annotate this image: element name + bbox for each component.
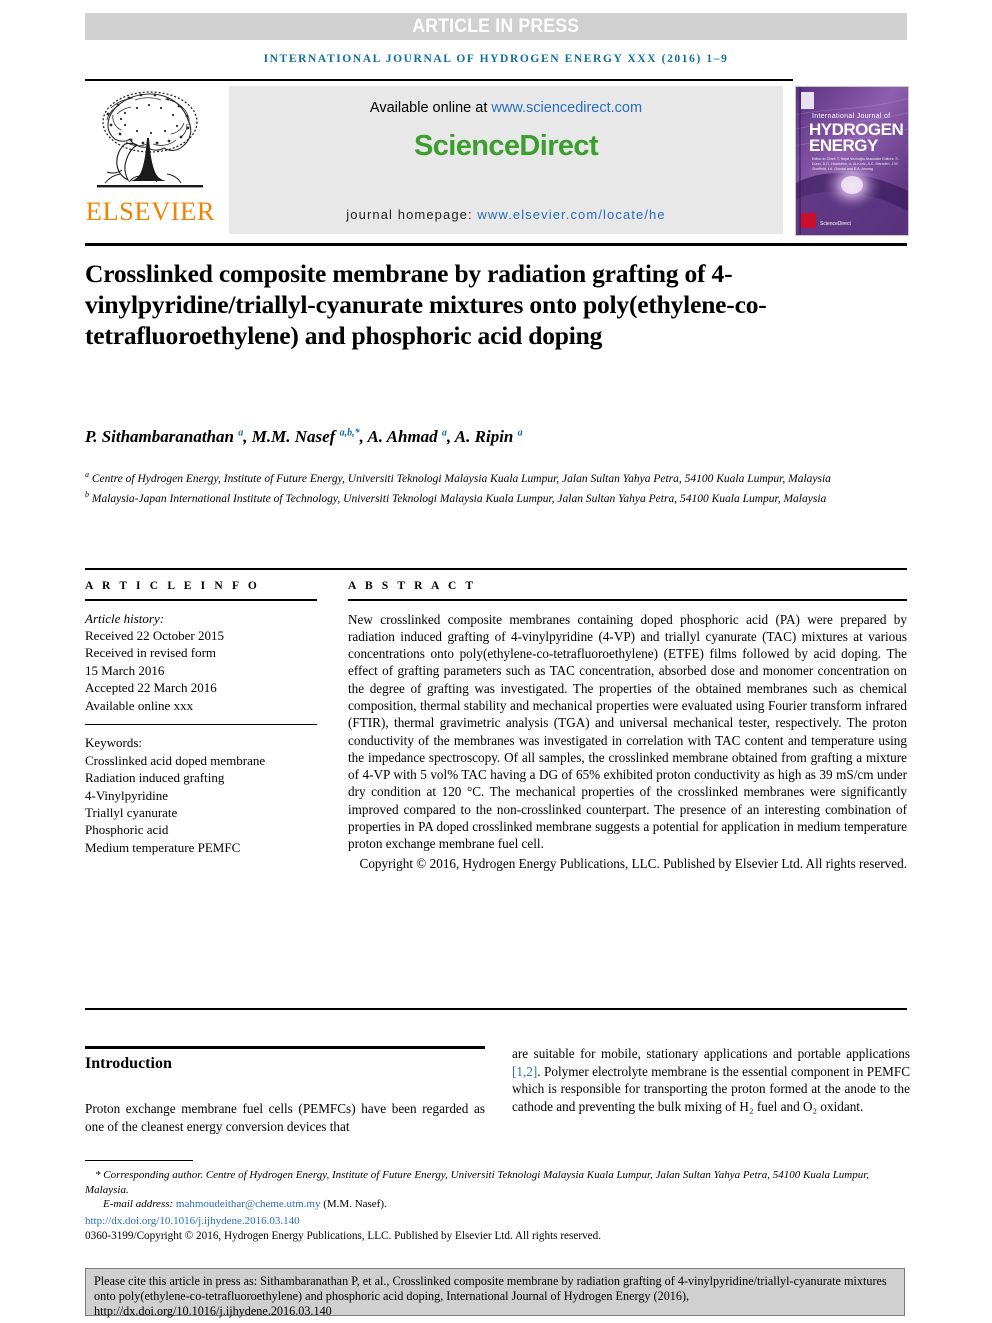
email-line: E-mail address: mahmoudeithar@cheme.utm.…: [85, 1197, 907, 1212]
sciencedirect-banner: Available online at www.sciencedirect.co…: [229, 86, 783, 234]
keyword-item: Radiation induced grafting: [85, 770, 225, 786]
available-online-prefix: Available online at: [369, 100, 492, 116]
article-in-press-label: ARTICLE IN PRESS: [412, 15, 580, 37]
page-title: Crosslinked composite membrane by radiat…: [85, 259, 767, 350]
article-history-label: Article history:: [85, 610, 165, 626]
article-revised-date: 15 March 2016: [85, 662, 165, 678]
keyword-item: Triallyl cyanurate: [85, 805, 178, 821]
info-abstract-top-rule: [85, 568, 907, 570]
keyword-item: 4-Vinylpyridine: [85, 787, 168, 803]
introduction-right-column: are suitable for mobile, stationary appl…: [512, 1045, 910, 1115]
keyword-item: Phosphoric acid: [85, 822, 169, 838]
cover-subtitle: International Journal of: [812, 113, 891, 120]
affiliation-a: a Centre of Hydrogen Energy, Institute o…: [85, 470, 831, 485]
citation-link-1-2[interactable]: [1,2]: [512, 1064, 537, 1079]
abstract-text: New crosslinked composite membranes cont…: [348, 611, 907, 852]
article-history: Article history: Received 22 October 201…: [85, 610, 317, 714]
affiliations: a Centre of Hydrogen Energy, Institute o…: [85, 467, 885, 507]
cover-editors: Editor-in-Chief: T. Nejat Veziroğlu Asso…: [812, 157, 899, 171]
keywords-rule: [85, 723, 317, 726]
journal-running-head: INTERNATIONAL JOURNAL OF HYDROGEN ENERGY…: [263, 53, 729, 65]
masthead-top-rule: [85, 79, 793, 81]
title-top-rule: [85, 243, 907, 246]
email-link[interactable]: mahmoudeithar@cheme.utm.my: [176, 1198, 321, 1210]
keyword-item: Crosslinked acid doped membrane: [85, 752, 266, 768]
abstract-rule: [348, 599, 907, 601]
affiliation-b: b Malaysia-Japan International Institute…: [85, 489, 827, 505]
article-revised-label: Received in revised form: [85, 645, 217, 661]
cover-publisher-badge-icon: [801, 92, 814, 109]
cover-sciencedirect-label: ScienceDirect: [820, 221, 851, 227]
elsevier-wordmark: ELSEVIER: [85, 197, 215, 226]
abstract-copyright: Copyright © 2016, Hydrogen Energy Public…: [359, 855, 907, 871]
sciencedirect-url-link[interactable]: www.sciencedirect.com: [491, 100, 642, 116]
article-info-column: A R T I C L E I N F O Article history: R…: [85, 580, 317, 856]
abstract-column: A B S T R A C T New crosslinked composit…: [348, 580, 907, 872]
article-received: Received 22 October 2015: [85, 627, 224, 643]
introduction-rule: [85, 1046, 485, 1049]
keywords-block: Keywords: Crosslinked acid doped membran…: [85, 734, 317, 856]
journal-cover-thumbnail: International Journal of HYDROGEN ENERGY…: [795, 86, 909, 236]
article-accepted: Accepted 22 March 2016: [85, 680, 217, 696]
cite-this-article-box: Please cite this article in press as: Si…: [85, 1268, 905, 1318]
sciencedirect-wordmark: ScienceDirect: [413, 130, 599, 162]
journal-homepage-line: journal homepage: www.elsevier.com/locat…: [229, 207, 783, 222]
introduction-left-column: Proton exchange membrane fuel cells (PEM…: [85, 1101, 485, 1134]
footnotes: * Corresponding author. Centre of Hydrog…: [85, 1168, 907, 1244]
issn-copyright: 0360-3199/Copyright © 2016, Hydrogen Ene…: [85, 1230, 602, 1242]
elsevier-logo: ELSEVIER: [85, 84, 215, 236]
introduction-right-post: . Polymer electrolyte membrane is the es…: [512, 1063, 910, 1114]
cover-ihe-logo-icon: [801, 213, 816, 228]
footnote-rule: [85, 1160, 193, 1162]
journal-homepage-link[interactable]: www.elsevier.com/locate/he: [477, 207, 665, 222]
abstract-heading: A B S T R A C T: [348, 580, 477, 592]
introduction-right-pre: are suitable for mobile, stationary appl…: [512, 1046, 910, 1061]
journal-homepage-prefix: journal homepage:: [346, 207, 478, 222]
cover-title-line2: ENERGY: [809, 136, 878, 155]
keywords-label: Keywords:: [85, 735, 143, 751]
info-abstract-bottom-rule: [85, 1008, 907, 1010]
article-available-online: Available online xxx: [85, 697, 194, 713]
cover-title: HYDROGEN ENERGY: [809, 121, 904, 155]
article-info-rule: [85, 599, 317, 601]
corresponding-author-note: * Corresponding author. Centre of Hydrog…: [85, 1169, 870, 1196]
article-first-page: ARTICLE IN PRESS INTERNATIONAL JOURNAL O…: [0, 0, 992, 1323]
masthead: ELSEVIER Available online at www.science…: [85, 84, 909, 236]
article-in-press-banner: ARTICLE IN PRESS: [85, 13, 907, 40]
introduction-heading: Introduction: [85, 1055, 172, 1072]
keyword-item: Medium temperature PEMFC: [85, 839, 241, 855]
email-label: E-mail address:: [103, 1198, 176, 1210]
available-online-line: Available online at www.sciencedirect.co…: [229, 100, 783, 116]
email-suffix: (M.M. Nasef).: [320, 1198, 387, 1210]
article-info-heading: A R T I C L E I N F O: [85, 580, 260, 592]
doi-link[interactable]: http://dx.doi.org/10.1016/j.ijhydene.201…: [85, 1214, 907, 1229]
elsevier-tree-icon: [91, 86, 209, 198]
author-list: P. Sithambaranathan a, M.M. Nasef a,b,*,…: [85, 427, 523, 446]
